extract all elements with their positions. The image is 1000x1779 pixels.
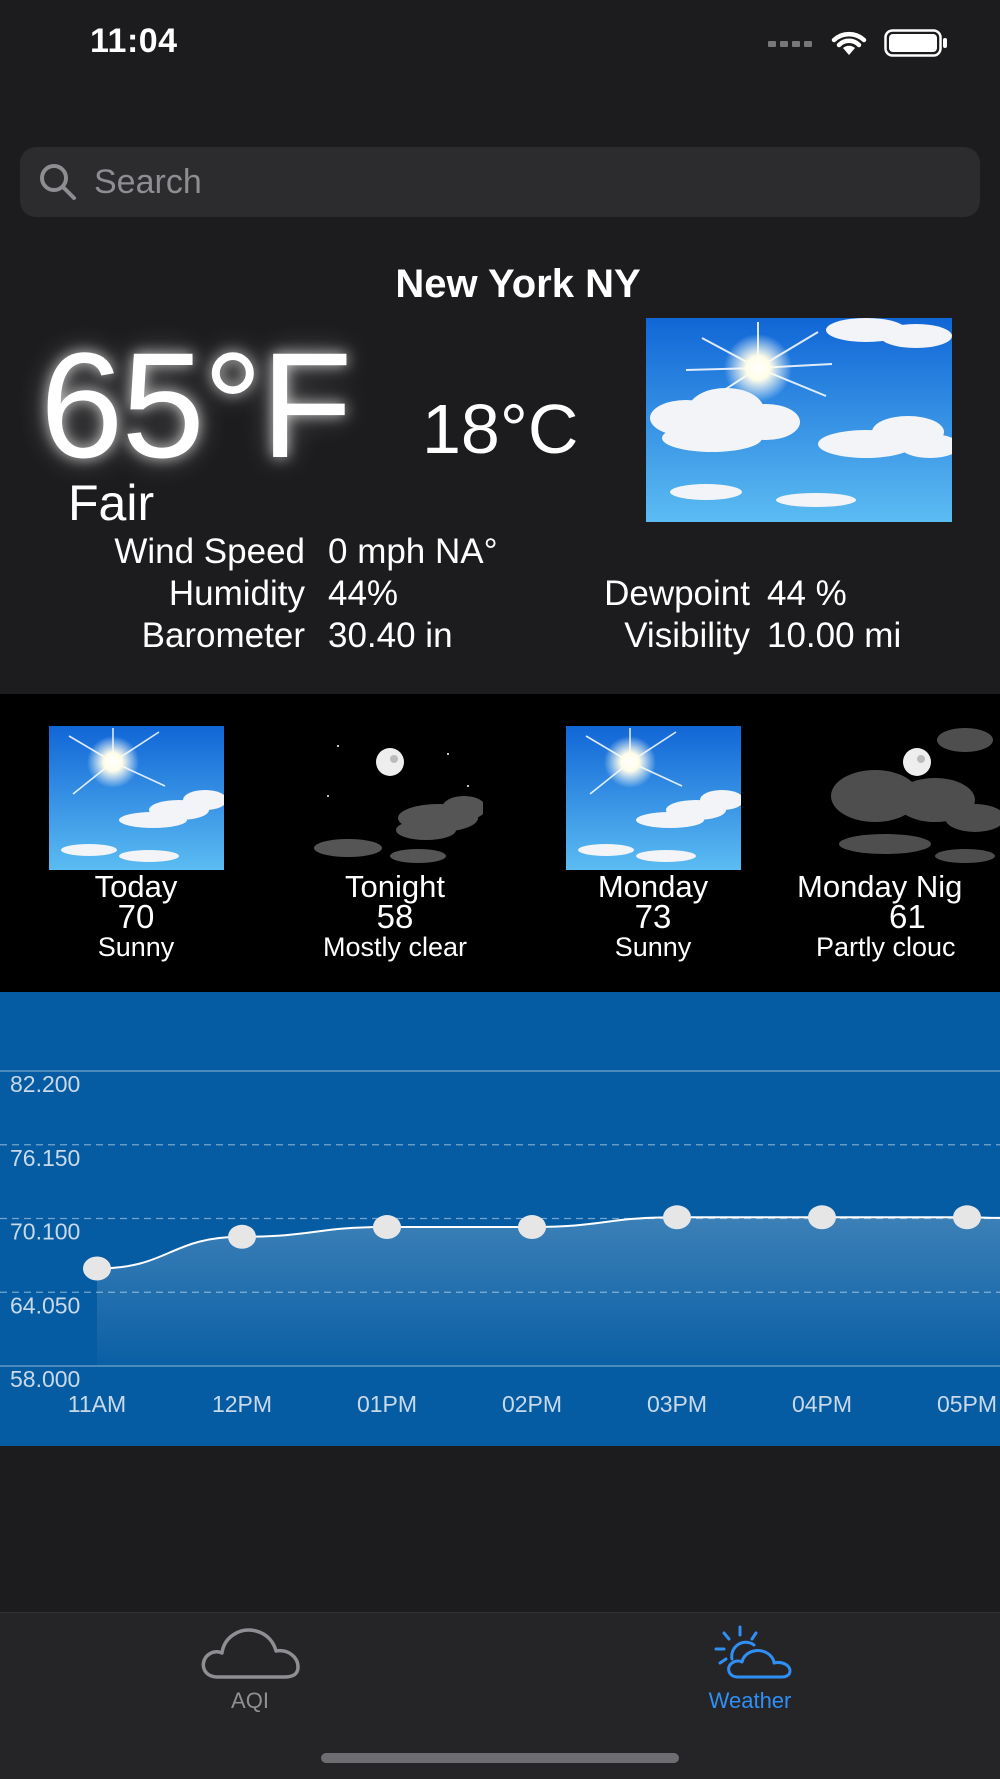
x-tick-label: 02PM <box>502 1391 562 1417</box>
wind-speed-value: 0 mph NA° <box>328 532 498 571</box>
temperature-chart-svg: 58.000 64.050 70.100 76.150 82.200 11AM 12PM 01… <box>0 1070 1000 1417</box>
y-tick-label: 58.000 <box>10 1366 80 1392</box>
home-indicator <box>321 1753 679 1763</box>
forecast-desc: Sunny <box>614 932 692 962</box>
chart-point <box>373 1215 401 1240</box>
y-tick-label: 70.100 <box>10 1219 80 1245</box>
humidity-value: 44% <box>328 574 399 613</box>
dewpoint-label: Dewpoint <box>604 574 750 613</box>
chart-point <box>518 1215 546 1240</box>
dewpoint-value: 44 % <box>767 574 847 613</box>
city-name: New York NY <box>395 262 641 306</box>
forecast-strip[interactable]: Today 70 Sunny Tonight 58 Mostly clear M… <box>0 694 1000 992</box>
forecast-temp: 58 <box>376 898 414 935</box>
x-tick-label: 12PM <box>212 1391 272 1417</box>
x-tick-label: 05PM <box>937 1391 997 1417</box>
tab-label: Weather <box>708 1688 792 1713</box>
search-bar[interactable] <box>20 147 980 217</box>
status-time: 11:04 <box>90 22 178 60</box>
forecast-temp: 70 <box>117 898 155 935</box>
temperature-chart: 58.000 64.050 70.100 76.150 82.200 11AM 12PM 01… <box>0 992 1000 1446</box>
forecast-item[interactable]: Today 70 Sunny <box>26 726 246 962</box>
chart-point <box>83 1256 111 1281</box>
x-tick-label: 11AM <box>68 1391 126 1417</box>
forecast-desc: Sunny <box>97 932 175 962</box>
forecast-temp: 73 <box>634 898 672 935</box>
wifi-icon <box>830 29 868 62</box>
chart-point <box>953 1205 981 1230</box>
forecast-item[interactable]: Tonight 58 Mostly clear <box>285 726 505 962</box>
x-tick-label: 01PM <box>357 1391 417 1417</box>
chart-point <box>663 1205 691 1230</box>
search-input[interactable] <box>92 161 936 203</box>
signal-icon <box>768 36 814 54</box>
current-condition: Fair <box>68 475 155 531</box>
cloud-icon <box>201 1628 300 1679</box>
y-tick-label: 82.200 <box>10 1071 80 1097</box>
forecast-temp: 61 <box>889 898 926 935</box>
y-tick-label: 64.050 <box>10 1292 80 1318</box>
y-tick-label: 76.150 <box>10 1145 80 1171</box>
sunny-day-icon <box>565 726 741 870</box>
forecast-item[interactable]: Monday 73 Sunny <box>543 726 763 962</box>
x-tick-label: 03PM <box>647 1391 707 1417</box>
search-icon <box>40 164 76 200</box>
visibility-label: Visibility <box>624 616 750 655</box>
battery-icon <box>884 28 948 62</box>
status-icons <box>768 28 948 62</box>
tab-label: AQI <box>231 1688 269 1713</box>
sunny-day-icon <box>48 726 224 870</box>
forecast-desc: Partly clouc <box>816 932 956 962</box>
tab-aqi[interactable]: AQI <box>150 1623 350 1714</box>
clear-night-icon <box>307 726 483 870</box>
chart-point <box>228 1224 256 1249</box>
sunny-sky-image <box>646 318 952 522</box>
forecast-desc: Mostly clear <box>322 932 468 962</box>
temperature-celsius: 18°C <box>422 390 579 468</box>
wind-speed-label: Wind Speed <box>114 532 305 571</box>
sun-cloud-icon <box>714 1625 792 1679</box>
status-bar: 11:04 <box>0 0 1000 90</box>
tab-weather[interactable]: Weather <box>650 1623 850 1714</box>
x-tick-label: 04PM <box>792 1391 852 1417</box>
chart-point <box>808 1205 836 1230</box>
temperature-fahrenheit: 65°F <box>40 321 352 489</box>
barometer-value: 30.40 in <box>328 616 453 655</box>
barometer-label: Barometer <box>141 616 305 655</box>
cloudy-night-icon <box>825 726 1000 870</box>
visibility-value: 10.00 mi <box>767 616 902 655</box>
humidity-label: Humidity <box>168 574 305 613</box>
forecast-item[interactable]: Monday Nig 61 Partly clouc <box>797 726 1000 962</box>
